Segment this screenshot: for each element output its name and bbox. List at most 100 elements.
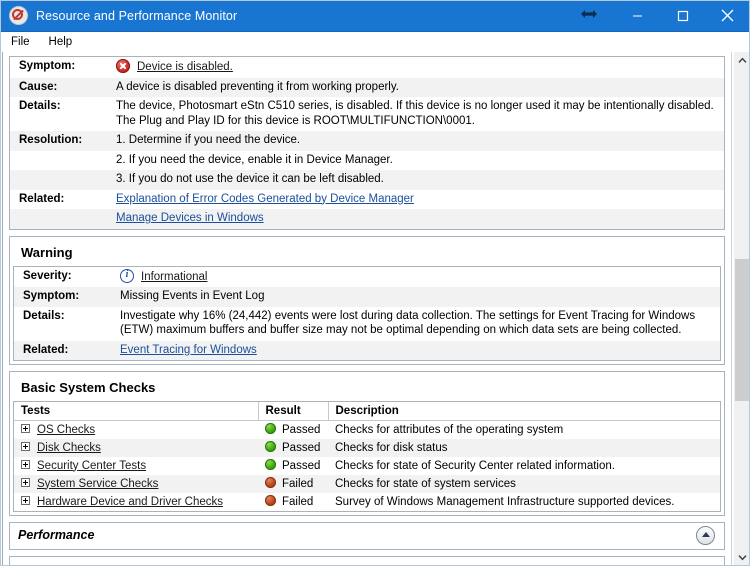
table-row: Related: Event Tracing for Windows <box>14 340 720 360</box>
expand-icon[interactable] <box>21 495 30 505</box>
basic-system-checks-heading: Basic System Checks <box>21 380 156 395</box>
menu-item-help[interactable]: Help <box>46 35 81 50</box>
table-row: Symptom: Missing Events in Event Log <box>14 287 720 307</box>
report-scroll-area: Symptom: Device is disabled. Cause: A de… <box>0 52 750 566</box>
check-description-cell: Checks for state of system services <box>335 477 516 490</box>
error-detail-panel: Symptom: Device is disabled. Cause: A de… <box>9 56 725 230</box>
performance-section-header[interactable]: Performance <box>9 521 725 550</box>
menu-bar: File Help <box>0 32 750 53</box>
performance-heading: Performance <box>18 527 95 542</box>
status-fail-icon <box>265 477 276 488</box>
table-row: OS Checks Passed Checks for attributes o… <box>14 420 720 439</box>
row-label <box>10 170 112 190</box>
check-result-label: Failed <box>282 496 314 508</box>
warning-panel: Warning Severity: Informational Symptom:… <box>9 235 725 365</box>
maximize-button[interactable] <box>660 0 705 31</box>
expand-icon[interactable] <box>21 441 30 451</box>
related-link-manage-devices[interactable]: Manage Devices in Windows <box>116 212 264 224</box>
row-label <box>10 209 112 229</box>
table-row: 3. If you do not use the device it can b… <box>10 170 724 190</box>
table-row: Hardware Device and Driver Checks Failed… <box>14 492 720 511</box>
severity-link[interactable]: Informational <box>141 271 207 283</box>
row-value: Manage Devices in Windows <box>112 209 724 229</box>
expand-icon[interactable] <box>21 477 30 487</box>
basic-system-checks-table: Tests Result Description OS Checks Passe… <box>14 402 720 511</box>
row-value: The device, Photosmart eStn C510 series,… <box>116 100 714 127</box>
row-label: Symptom: <box>23 290 80 302</box>
chevron-up-circle-icon[interactable] <box>696 525 715 545</box>
row-value: 1. Determine if you need the device. <box>116 134 301 146</box>
check-test-link[interactable]: OS Checks <box>37 424 95 436</box>
resource-overview-heading: Resource Overview <box>13 559 721 566</box>
status-pass-icon <box>265 441 276 452</box>
status-pass-icon <box>265 459 276 470</box>
table-row: Cause: A device is disabled preventing i… <box>10 77 724 97</box>
row-value: A device is disabled preventing it from … <box>116 80 399 93</box>
scroll-up-button[interactable] <box>734 52 750 69</box>
check-result-cell: Passed <box>258 439 328 457</box>
scrollbar-track[interactable] <box>734 69 750 549</box>
warning-detail-table: Severity: Informational Symptom: Missing… <box>14 266 720 360</box>
row-label: Related: <box>23 343 69 356</box>
scrollbar-thumb[interactable] <box>735 259 750 401</box>
row-value: Investigate why 16% (24,442) events were… <box>120 309 696 337</box>
check-description-cell: Checks for attributes of the operating s… <box>335 423 564 436</box>
check-test-link[interactable]: Disk Checks <box>37 442 101 454</box>
check-test-link[interactable]: System Service Checks <box>37 478 158 490</box>
window-titlebar[interactable]: Resource and Performance Monitor <box>0 0 750 32</box>
check-result-label: Passed <box>282 442 321 454</box>
check-result-cell: Failed <box>258 475 328 493</box>
column-header-description[interactable]: Description <box>328 402 720 421</box>
column-header-result[interactable]: Result <box>258 402 329 421</box>
minimize-button[interactable] <box>615 0 660 31</box>
resource-overview-panel: Resource Overview Component Status Utili… <box>9 555 725 566</box>
related-link-error-codes[interactable]: Explanation of Error Codes Generated by … <box>116 193 414 205</box>
check-result-label: Passed <box>282 460 321 472</box>
row-value: Informational <box>116 267 720 288</box>
table-row: Security Center Tests Passed Checks for … <box>14 456 720 475</box>
check-test-cell: System Service Checks <box>14 475 258 493</box>
error-detail-table: Symptom: Device is disabled. Cause: A de… <box>10 57 724 229</box>
check-test-cell: Hardware Device and Driver Checks <box>14 493 258 511</box>
check-result-label: Failed <box>282 478 314 490</box>
prohibited-circle-icon <box>9 6 28 25</box>
column-header-tests[interactable]: Tests <box>14 402 259 421</box>
table-row: 2. If you need the device, enable it in … <box>10 150 724 171</box>
symptom-link[interactable]: Device is disabled. <box>137 61 233 73</box>
table-row: Manage Devices in Windows <box>10 209 724 229</box>
row-label: Details: <box>19 100 61 112</box>
expand-icon[interactable] <box>21 423 30 433</box>
info-icon <box>120 268 134 283</box>
row-value: Explanation of Error Codes Generated by … <box>112 190 724 210</box>
related-link-event-tracing[interactable]: Event Tracing for Windows <box>120 344 257 356</box>
menu-item-file[interactable]: File <box>8 35 38 50</box>
scroll-down-button[interactable] <box>734 549 750 566</box>
table-row: System Service Checks Failed Checks for … <box>14 474 720 493</box>
check-result-cell: Passed <box>258 457 328 475</box>
table-row: Disk Checks Passed Checks for disk statu… <box>14 438 720 457</box>
vertical-scrollbar[interactable] <box>733 52 750 566</box>
row-label: Cause: <box>19 80 58 93</box>
expand-icon[interactable] <box>21 459 30 469</box>
error-icon <box>116 59 130 73</box>
window-title: Resource and Performance Monitor <box>36 8 238 23</box>
row-value: Device is disabled. <box>112 57 724 78</box>
check-test-link[interactable]: Hardware Device and Driver Checks <box>37 496 223 508</box>
row-label: Details: <box>23 309 65 322</box>
check-test-link[interactable]: Security Center Tests <box>37 460 146 472</box>
row-value: Missing Events in Event Log <box>120 290 265 302</box>
table-row: Symptom: Device is disabled. <box>10 57 724 78</box>
warning-heading: Warning <box>21 244 73 260</box>
status-pass-icon <box>265 423 276 435</box>
close-button[interactable] <box>705 0 750 31</box>
check-result-label: Passed <box>282 424 321 437</box>
table-header-row: Tests Result Description <box>14 402 720 421</box>
chevron-up-icon <box>738 57 747 63</box>
row-label: Severity: <box>23 269 72 282</box>
basic-system-checks-panel: Basic System Checks Tests Result Descrip… <box>9 371 725 516</box>
row-label <box>10 151 112 171</box>
status-fail-icon <box>265 495 276 506</box>
row-value: 3. If you do not use the device it can b… <box>116 173 384 185</box>
table-row: Details: The device, Photosmart eStn C51… <box>10 97 724 131</box>
row-label: Related: <box>19 192 65 205</box>
